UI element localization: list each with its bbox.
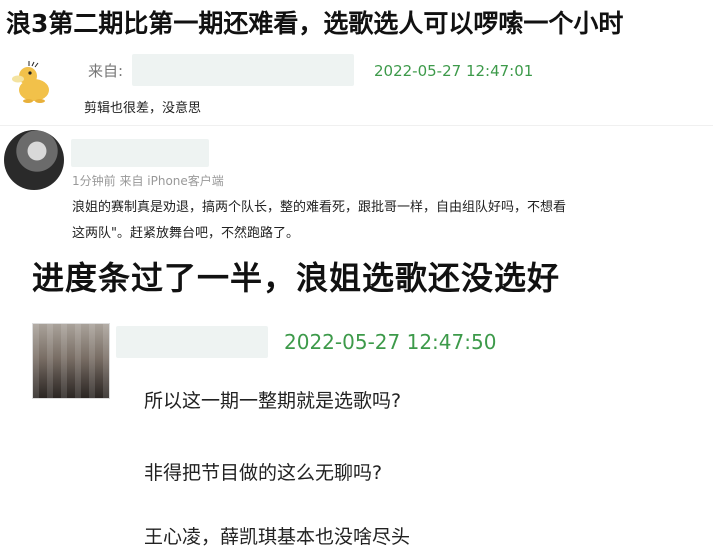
- from-label: 来自:: [88, 62, 124, 80]
- comment2-text-line2: 这两队"。赶紧放舞台吧，不然跑路了。: [72, 226, 299, 241]
- comment3-timestamp: 2022-05-27 12:47:50: [284, 330, 497, 354]
- comment1-text: 剪辑也很差，没意思: [84, 101, 202, 116]
- duck-avatar-icon: [10, 60, 56, 106]
- redacted-username: [132, 54, 354, 86]
- headline: 浪3第二期比第一期还难看，选歌选人可以啰嗦一个小时: [6, 9, 624, 38]
- caption: 进度条过了一半，浪姐选歌还没选好: [32, 259, 561, 297]
- divider: [0, 125, 713, 126]
- comment3-line: 所以这一期一整期就是选歌吗?: [144, 390, 402, 412]
- redacted-username: [71, 139, 209, 167]
- avatar[interactable]: [32, 323, 110, 399]
- comment1-timestamp: 2022-05-27 12:47:01: [374, 62, 534, 80]
- comment2-text-line1: 浪姐的赛制真是劝退，搞两个队长，整的难看死，跟批哥一样，自由组队好吗，不想看: [72, 200, 567, 215]
- avatar[interactable]: [4, 130, 64, 190]
- redacted-username: [116, 326, 268, 358]
- comment3-line: 非得把节目做的这么无聊吗?: [144, 462, 383, 484]
- comment3-line: 王心凌，薛凯琪基本也没啥尽头: [144, 526, 411, 548]
- comment2-meta: 1分钟前 来自 iPhone客户端: [72, 174, 224, 188]
